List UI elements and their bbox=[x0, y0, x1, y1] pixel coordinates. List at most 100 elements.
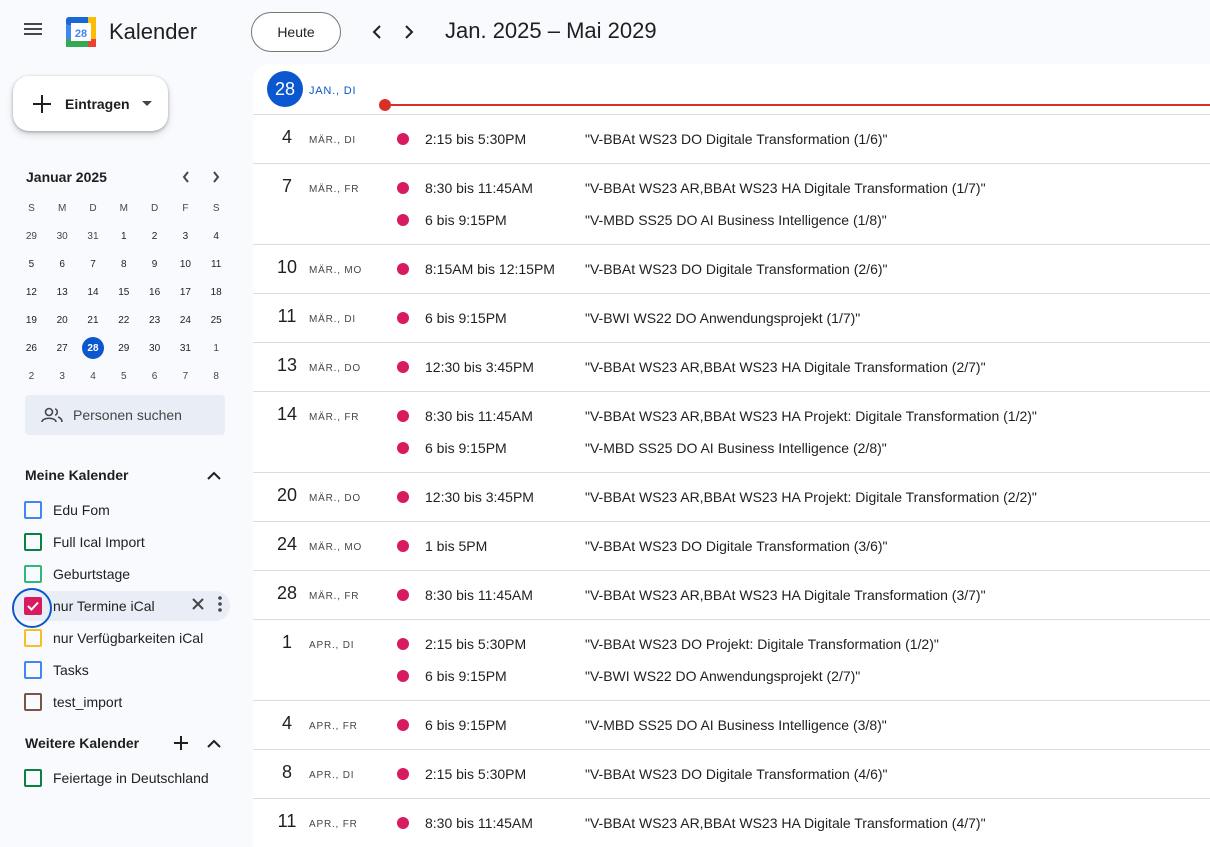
collapse-my-calendars-button[interactable] bbox=[204, 465, 224, 485]
calendar-item[interactable]: Geburtstage bbox=[14, 559, 230, 589]
agenda-event[interactable]: 12:30 bis 3:45PM "V-BBAt WS23 AR,BBAt WS2… bbox=[253, 351, 1210, 383]
calendar-name: test_import bbox=[53, 694, 123, 710]
today-button[interactable]: Heute bbox=[251, 12, 341, 52]
calendar-logo-icon[interactable]: 28 bbox=[65, 16, 97, 48]
agenda-event[interactable]: 8:30 bis 11:45AM "V-BBAt WS23 AR,BBAt WS2… bbox=[253, 579, 1210, 611]
agenda-event[interactable]: 6 bis 9:15PM "V-MBD SS25 DO AI Business I… bbox=[253, 204, 1210, 236]
mini-calendar-day[interactable]: 30 bbox=[139, 334, 170, 362]
agenda-event[interactable]: 2:15 bis 5:30PM "V-BBAt WS23 DO Digitale … bbox=[253, 758, 1210, 790]
checked-checkbox-icon[interactable] bbox=[24, 597, 42, 615]
create-event-button[interactable]: Eintragen bbox=[13, 76, 168, 131]
calendar-item[interactable]: Full Ical Import bbox=[14, 527, 230, 557]
collapse-other-calendars-button[interactable] bbox=[204, 733, 224, 753]
mini-calendar-day[interactable]: 6 bbox=[139, 362, 170, 390]
event-time: 6 bis 9:15PM bbox=[425, 212, 507, 228]
mini-calendar-day[interactable]: 23 bbox=[139, 306, 170, 334]
mini-calendar-day[interactable]: 20 bbox=[47, 306, 78, 334]
checkbox-icon[interactable] bbox=[24, 661, 42, 679]
mini-calendar-day[interactable]: 14 bbox=[78, 278, 109, 306]
previous-period-button[interactable] bbox=[365, 20, 389, 44]
mini-calendar-day[interactable]: 29 bbox=[108, 334, 139, 362]
mini-calendar-day[interactable]: 26 bbox=[16, 334, 47, 362]
mini-calendar-day[interactable]: 10 bbox=[170, 250, 201, 278]
mini-calendar-day-number: 13 bbox=[56, 286, 68, 298]
agenda-event[interactable]: 2:15 bis 5:30PM "V-BBAt WS23 DO Digitale … bbox=[253, 123, 1210, 155]
mini-calendar-day[interactable]: 11 bbox=[201, 250, 232, 278]
add-other-calendar-button[interactable] bbox=[171, 733, 191, 753]
remove-calendar-icon[interactable] bbox=[192, 597, 204, 615]
checkbox-icon[interactable] bbox=[24, 533, 42, 551]
agenda-event[interactable]: 12:30 bis 3:45PM "V-BBAt WS23 AR,BBAt WS2… bbox=[253, 481, 1210, 513]
event-title: "V-BWI WS22 DO Anwendungsprojekt (2/7)" bbox=[585, 668, 861, 684]
mini-calendar-day[interactable]: 4 bbox=[201, 222, 232, 250]
agenda-event[interactable]: 6 bis 9:15PM "V-BWI WS22 DO Anwendungspro… bbox=[253, 660, 1210, 692]
calendar-item[interactable]: Edu Fom bbox=[14, 495, 230, 525]
mini-calendar-day[interactable]: 7 bbox=[78, 250, 109, 278]
mini-calendar-day[interactable]: 13 bbox=[47, 278, 78, 306]
mini-calendar-day[interactable]: 8 bbox=[108, 250, 139, 278]
mini-calendar-day[interactable]: 17 bbox=[170, 278, 201, 306]
mini-calendar-day[interactable]: 31 bbox=[78, 222, 109, 250]
mini-calendar-day[interactable]: 24 bbox=[170, 306, 201, 334]
agenda-event[interactable]: 8:30 bis 11:45AM "V-BBAt WS23 AR,BBAt WS2… bbox=[253, 172, 1210, 204]
mini-calendar-day-number: 31 bbox=[87, 230, 99, 242]
calendar-item[interactable]: Feiertage in Deutschland bbox=[14, 763, 230, 793]
mini-calendar-day[interactable]: 19 bbox=[16, 306, 47, 334]
mini-calendar-day[interactable]: 5 bbox=[16, 250, 47, 278]
today-date-badge[interactable]: 28 bbox=[267, 71, 303, 107]
calendar-item[interactable]: Tasks bbox=[14, 655, 230, 685]
agenda-event[interactable]: 6 bis 9:15PM "V-MBD SS25 DO AI Business I… bbox=[253, 432, 1210, 464]
mini-calendar-day[interactable]: 3 bbox=[47, 362, 78, 390]
agenda-event[interactable]: 2:15 bis 5:30PM "V-BBAt WS23 DO Projekt: … bbox=[253, 628, 1210, 660]
mini-calendar-day[interactable]: 28 bbox=[78, 334, 109, 362]
agenda-event[interactable]: 6 bis 9:15PM "V-BWI WS22 DO Anwendungspro… bbox=[253, 302, 1210, 334]
checkbox-icon[interactable] bbox=[24, 693, 42, 711]
mini-calendar-day[interactable]: 1 bbox=[201, 334, 232, 362]
mini-calendar-day[interactable]: 2 bbox=[16, 362, 47, 390]
mini-calendar-previous-button[interactable] bbox=[176, 167, 196, 187]
mini-calendar-day[interactable]: 30 bbox=[47, 222, 78, 250]
mini-calendar-day[interactable]: 3 bbox=[170, 222, 201, 250]
mini-calendar-day[interactable]: 31 bbox=[170, 334, 201, 362]
mini-calendar-day[interactable]: 6 bbox=[47, 250, 78, 278]
mini-calendar-next-button[interactable] bbox=[206, 167, 226, 187]
mini-calendar-day[interactable]: 5 bbox=[108, 362, 139, 390]
agenda-event[interactable]: 8:15AM bis 12:15PM "V-BBAt WS23 DO Digita… bbox=[253, 253, 1210, 285]
mini-calendar-day[interactable]: 7 bbox=[170, 362, 201, 390]
mini-calendar-day[interactable]: 27 bbox=[47, 334, 78, 362]
mini-calendar-day[interactable]: 16 bbox=[139, 278, 170, 306]
mini-calendar-day[interactable]: 25 bbox=[201, 306, 232, 334]
people-search-field[interactable]: Personen suchen bbox=[25, 395, 225, 435]
event-title: "V-MBD SS25 DO AI Business Intelligence … bbox=[585, 212, 887, 228]
mini-calendar-day[interactable]: 18 bbox=[201, 278, 232, 306]
agenda-event[interactable]: 6 bis 9:15PM "V-MBD SS25 DO AI Business I… bbox=[253, 709, 1210, 741]
mini-calendar-day[interactable]: 29 bbox=[16, 222, 47, 250]
main-menu-icon[interactable] bbox=[21, 20, 45, 44]
mini-calendar-day[interactable]: 15 bbox=[108, 278, 139, 306]
checkbox-icon[interactable] bbox=[24, 769, 42, 787]
mini-calendar-day[interactable]: 1 bbox=[108, 222, 139, 250]
checkbox-icon[interactable] bbox=[24, 629, 42, 647]
calendar-item[interactable]: test_import bbox=[14, 687, 230, 717]
mini-calendar-day[interactable]: 8 bbox=[201, 362, 232, 390]
my-calendars-title[interactable]: Meine Kalender bbox=[25, 467, 128, 483]
mini-calendar-day-number: 16 bbox=[149, 286, 161, 298]
mini-calendar-day[interactable]: 4 bbox=[78, 362, 109, 390]
calendar-item[interactable]: nur Verfügbarkeiten iCal bbox=[14, 623, 230, 653]
checkbox-icon[interactable] bbox=[24, 501, 42, 519]
mini-calendar-day[interactable]: 2 bbox=[139, 222, 170, 250]
agenda-event[interactable]: 8:30 bis 11:45AM "V-BBAt WS23 AR,BBAt WS2… bbox=[253, 400, 1210, 432]
mini-calendar-day[interactable]: 12 bbox=[16, 278, 47, 306]
mini-calendar-day[interactable]: 22 bbox=[108, 306, 139, 334]
agenda-event[interactable]: 8:30 bis 11:45AM "V-BBAt WS23 AR,BBAt WS2… bbox=[253, 807, 1210, 839]
mini-calendar-day[interactable]: 21 bbox=[78, 306, 109, 334]
mini-calendar-day[interactable]: 9 bbox=[139, 250, 170, 278]
checkbox-icon[interactable] bbox=[24, 565, 42, 583]
calendar-name: nur Termine iCal bbox=[53, 598, 155, 614]
more-options-icon[interactable] bbox=[218, 595, 222, 617]
other-calendars-title[interactable]: Weitere Kalender bbox=[25, 735, 139, 751]
agenda-event[interactable]: 1 bis 5PM "V-BBAt WS23 DO Digitale Transf… bbox=[253, 530, 1210, 562]
next-period-button[interactable] bbox=[397, 20, 421, 44]
mini-calendar-day-number: 9 bbox=[151, 258, 158, 270]
calendar-item[interactable]: nur Termine iCal bbox=[14, 591, 230, 621]
